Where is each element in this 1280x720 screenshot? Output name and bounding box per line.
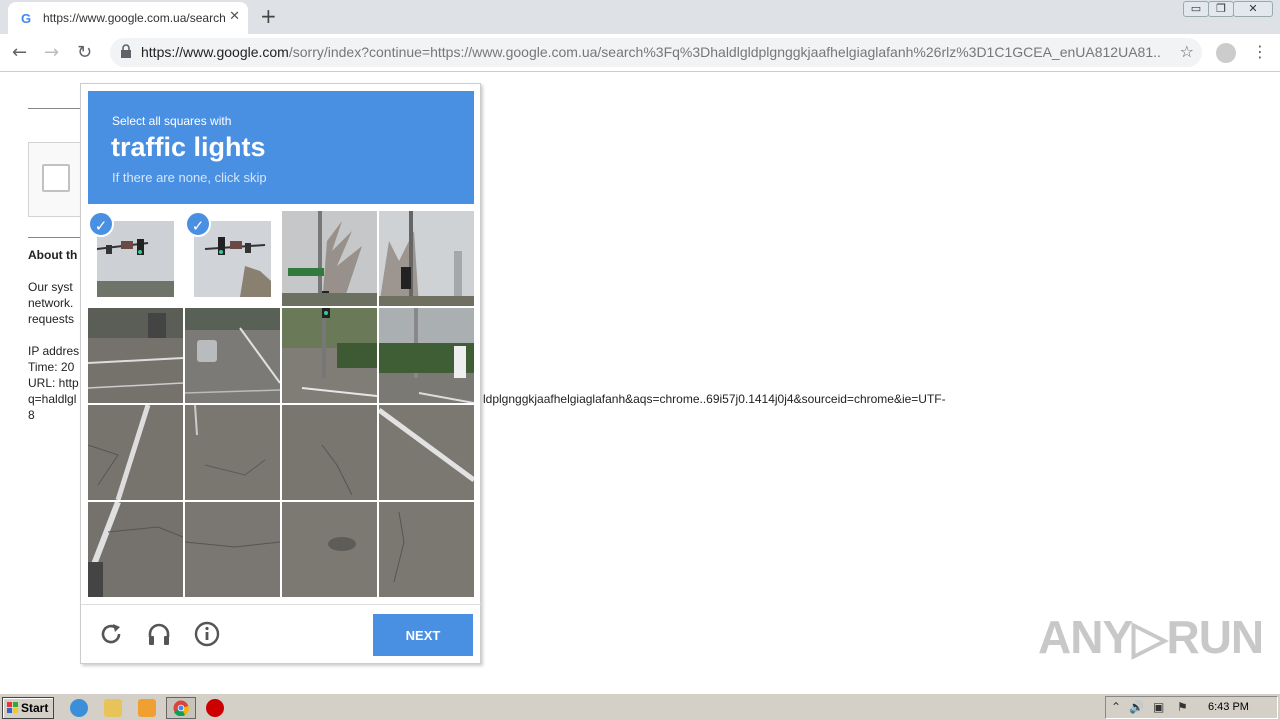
tab-close-icon[interactable]: ✕ <box>229 9 240 24</box>
lock-icon <box>121 44 131 58</box>
challenge-header: Select all squares with traffic lights I… <box>88 91 474 204</box>
action-center-flag-icon[interactable]: ⚑ <box>1177 700 1188 714</box>
url-label: URL: http <box>28 376 79 390</box>
grid-tile[interactable]: ✓ <box>185 211 280 306</box>
new-tab-button[interactable]: + <box>260 4 277 28</box>
network-icon[interactable]: ▣ <box>1153 700 1164 714</box>
taskbar: Start ⌃ 🔊 ▣ ⚑ 6:43 PM <box>0 693 1280 720</box>
grid-tile[interactable] <box>88 502 183 597</box>
grid-tile[interactable] <box>185 308 280 403</box>
tray-expand-icon[interactable]: ⌃ <box>1111 700 1121 714</box>
browser-toolbar: ← → ↻ https://www.google.com/sorry/index… <box>0 34 1280 72</box>
divider <box>28 237 88 238</box>
tab-google-search[interactable]: G https://www.google.com.ua/search?q= ✕ <box>8 2 248 34</box>
grid-tile[interactable] <box>88 405 183 500</box>
selected-check-icon: ✓ <box>185 211 211 237</box>
recaptcha-anchor[interactable] <box>28 142 88 217</box>
about-heading: About th <box>28 248 78 262</box>
profile-avatar[interactable] <box>1216 43 1236 63</box>
url-host: https://www.google.com <box>141 44 289 60</box>
system-tray: ⌃ 🔊 ▣ ⚑ <box>1105 696 1278 719</box>
bookmark-star-icon[interactable]: ☆ <box>1180 42 1194 61</box>
tab-strip: G https://www.google.com.ua/search?q= ✕ … <box>0 0 1280 34</box>
instruction-text: Select all squares with <box>112 114 232 128</box>
skip-hint: If there are none, click skip <box>112 170 267 185</box>
minimize-button[interactable]: ▭ <box>1183 1 1209 17</box>
chrome-icon <box>173 700 189 716</box>
ip-label: IP addres <box>28 344 80 358</box>
tab-title: https://www.google.com.ua/search?q= <box>43 11 225 25</box>
grid-tile[interactable] <box>185 502 280 597</box>
recaptcha-checkbox[interactable] <box>42 164 70 192</box>
start-label: Start <box>21 701 49 715</box>
image-grid: ✓ ✓ <box>88 211 474 597</box>
selected-check-icon: ✓ <box>88 211 114 237</box>
grid-tile[interactable] <box>185 405 280 500</box>
query-wrap: 8 <box>28 408 35 422</box>
body-line: Our syst <box>28 280 73 294</box>
audio-challenge-icon[interactable] <box>146 621 172 647</box>
google-favicon-icon: G <box>21 11 32 26</box>
query-line-end: ldplgnggkjaafhelgiaglafanh&aqs=chrome..6… <box>483 392 946 406</box>
forward-button[interactable]: → <box>44 42 59 63</box>
info-icon[interactable] <box>194 621 220 647</box>
url-path: /sorry/index?continue=https://www.google… <box>288 44 1161 60</box>
reload-button[interactable]: ↻ <box>77 42 92 63</box>
grid-tile[interactable] <box>282 405 377 500</box>
grid-tile[interactable]: ✓ <box>88 211 183 306</box>
restore-button[interactable]: ❐ <box>1208 1 1234 17</box>
media-player-icon[interactable] <box>138 699 156 717</box>
grid-tile[interactable] <box>282 211 377 306</box>
grid-tile[interactable] <box>282 308 377 403</box>
url-text[interactable]: https://www.google.com/sorry/index?conti… <box>141 44 1161 60</box>
grid-tile[interactable] <box>379 405 474 500</box>
body-line: requests <box>28 312 75 326</box>
folder-icon[interactable] <box>104 699 122 717</box>
grid-tile[interactable] <box>282 502 377 597</box>
windows-logo-icon <box>7 702 18 713</box>
recaptcha-challenge: Select all squares with traffic lights I… <box>80 83 482 664</box>
window-close-button[interactable]: ✕ <box>1233 1 1273 17</box>
start-button[interactable]: Start <box>2 697 54 719</box>
time-label: Time: 20 <box>28 360 75 374</box>
grid-tile[interactable] <box>379 308 474 403</box>
internet-explorer-icon[interactable] <box>70 699 88 717</box>
back-button[interactable]: ← <box>12 42 27 63</box>
chrome-taskbar-button[interactable] <box>166 697 196 719</box>
volume-icon[interactable]: 🔊 <box>1129 700 1144 714</box>
reload-challenge-icon[interactable] <box>98 621 124 647</box>
divider <box>81 604 482 605</box>
grid-tile[interactable] <box>379 502 474 597</box>
grid-tile[interactable] <box>88 308 183 403</box>
query-line-start: q=haldlgl <box>28 392 77 406</box>
body-line: network. <box>28 296 74 310</box>
browser-menu-icon[interactable]: ⋮ <box>1252 42 1268 61</box>
next-button[interactable]: NEXT <box>373 614 473 656</box>
antivirus-icon[interactable] <box>206 699 224 717</box>
target-object: traffic lights <box>111 132 266 162</box>
clock[interactable]: 6:43 PM <box>1208 701 1249 713</box>
grid-tile[interactable] <box>379 211 474 306</box>
divider <box>28 108 88 109</box>
anyrun-watermark: ANY▷RUN <box>1038 611 1264 663</box>
address-bar[interactable]: https://www.google.com/sorry/index?conti… <box>110 38 1202 67</box>
